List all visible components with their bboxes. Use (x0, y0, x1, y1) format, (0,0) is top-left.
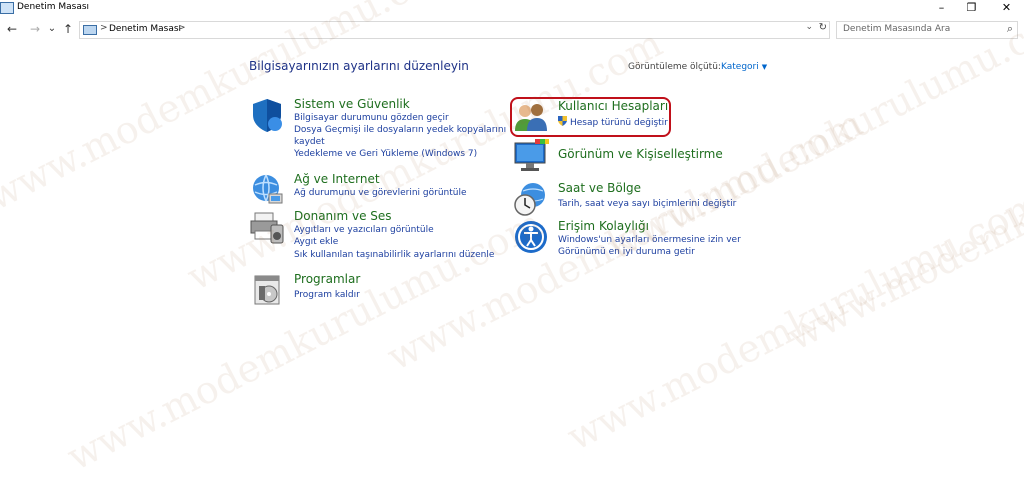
link-windows-suggest[interactable]: Windows'un ayarları önermesine izin ver (558, 235, 741, 245)
link-devices-printers[interactable]: Aygıtları ve yazıcıları görüntüle (294, 225, 434, 235)
link-add-device[interactable]: Aygıt ekle (294, 237, 338, 247)
window-title: Denetim Masası (17, 2, 90, 12)
close-button[interactable]: ✕ (990, 0, 1023, 16)
breadcrumb-separator[interactable]: > (100, 23, 108, 33)
category-network-internet: Ağ ve Internet Ağ durumunu ve görevlerin… (249, 172, 489, 204)
breadcrumb-control-panel[interactable]: Denetim Masası (109, 24, 181, 34)
link-uninstall-program[interactable]: Program kaldır (294, 290, 360, 300)
link-mobility-settings[interactable]: Sık kullanılan taşınabilirlik ayarlarını… (294, 250, 494, 260)
search-input[interactable]: Denetim Masasında Ara ⌕ (836, 21, 1018, 39)
shield-icon[interactable] (249, 97, 285, 133)
users-icon[interactable] (513, 99, 549, 135)
forward-arrow-icon[interactable]: → (27, 21, 43, 37)
link-date-time-format[interactable]: Tarih, saat veya sayı biçimlerini değişt… (558, 199, 736, 209)
computer-icon (83, 25, 97, 35)
monitor-palette-icon[interactable] (513, 139, 549, 175)
recent-locations-icon[interactable]: ⌄ (44, 21, 60, 37)
link-review-status[interactable]: Bilgisayar durumunu gözden geçir (294, 113, 449, 123)
link-network-status[interactable]: Ağ durumunu ve görevlerini görüntüle (294, 188, 467, 198)
category-title[interactable]: Saat ve Bölge (558, 181, 641, 195)
programs-icon[interactable] (249, 272, 285, 308)
uac-shield-icon (558, 116, 567, 126)
printer-speaker-icon[interactable] (249, 209, 285, 245)
globe-network-icon[interactable] (249, 172, 285, 208)
link-change-account-type[interactable]: Hesap türünü değiştir (558, 116, 668, 128)
category-hardware-sound: Donanım ve Ses Aygıtları ve yazıcıları g… (249, 209, 494, 265)
title-bar: Denetim Masası – ❐ ✕ (0, 0, 1024, 16)
category-user-accounts: Kullanıcı Hesapları Hesap türünü değişti… (513, 99, 713, 131)
link-file-history[interactable]: Dosya Geçmişi ile dosyaların yedek kopya… (294, 125, 506, 135)
breadcrumb-separator-end[interactable]: > (178, 23, 186, 33)
watermark: www.modemkurulumu.com www.modemkurulumu.… (0, 0, 1024, 502)
category-clock-region: Saat ve Bölge Tarih, saat veya sayı biçi… (513, 181, 753, 217)
watermark-text: www.modemkurulumu.com (780, 80, 1024, 360)
category-title[interactable]: Kullanıcı Hesapları (558, 99, 668, 113)
search-icon[interactable]: ⌕ (1007, 22, 1013, 36)
up-arrow-icon[interactable]: ↑ (60, 21, 76, 37)
category-programs: Programlar Program kaldır (249, 272, 489, 305)
view-by-value[interactable]: Kategori (721, 62, 759, 72)
accessibility-icon[interactable] (513, 219, 549, 255)
link-file-history-cont[interactable]: kaydet (294, 137, 325, 147)
back-arrow-icon[interactable]: ← (4, 21, 20, 37)
page-title: Bilgisayarınızın ayarlarını düzenleyin (249, 59, 469, 73)
dropdown-arrow-icon[interactable]: ▼ (762, 63, 767, 71)
category-title[interactable]: Sistem ve Güvenlik (294, 97, 410, 111)
category-title[interactable]: Görünüm ve Kişiselleştirme (558, 147, 723, 161)
category-title[interactable]: Programlar (294, 272, 360, 286)
navigation-bar: ← → ⌄ ↑ > Denetim Masası > ⌄ ↻ Denetim M… (0, 19, 1024, 41)
control-panel-icon (0, 2, 14, 14)
link-change-account-type-label[interactable]: Hesap türünü değiştir (570, 118, 668, 128)
refresh-icon[interactable]: ↻ (819, 22, 827, 33)
category-appearance: Görünüm ve Kişiselleştirme (513, 139, 733, 173)
address-dropdown-icon[interactable]: ⌄ (805, 22, 813, 32)
category-ease-of-access: Erişim Kolaylığı Windows'un ayarları öne… (513, 219, 753, 259)
minimize-button[interactable]: – (925, 0, 958, 16)
link-backup-restore[interactable]: Yedekleme ve Geri Yükleme (Windows 7) (294, 149, 477, 159)
category-title[interactable]: Donanım ve Ses (294, 209, 392, 223)
category-title[interactable]: Erişim Kolaylığı (558, 219, 649, 233)
view-by-label: Görüntüleme ölçütü: (628, 62, 721, 72)
clock-globe-icon[interactable] (513, 181, 549, 217)
link-optimize-display[interactable]: Görünümü en iyi duruma getir (558, 247, 695, 257)
category-system-security: Sistem ve Güvenlik Bilgisayar durumunu g… (249, 97, 506, 167)
address-field[interactable]: > Denetim Masası > ⌄ ↻ (79, 21, 830, 39)
search-placeholder: Denetim Masasında Ara (843, 24, 951, 34)
view-by-dropdown[interactable]: Kategori ▼ (721, 62, 767, 72)
category-title[interactable]: Ağ ve Internet (294, 172, 380, 186)
maximize-button[interactable]: ❐ (955, 0, 988, 16)
